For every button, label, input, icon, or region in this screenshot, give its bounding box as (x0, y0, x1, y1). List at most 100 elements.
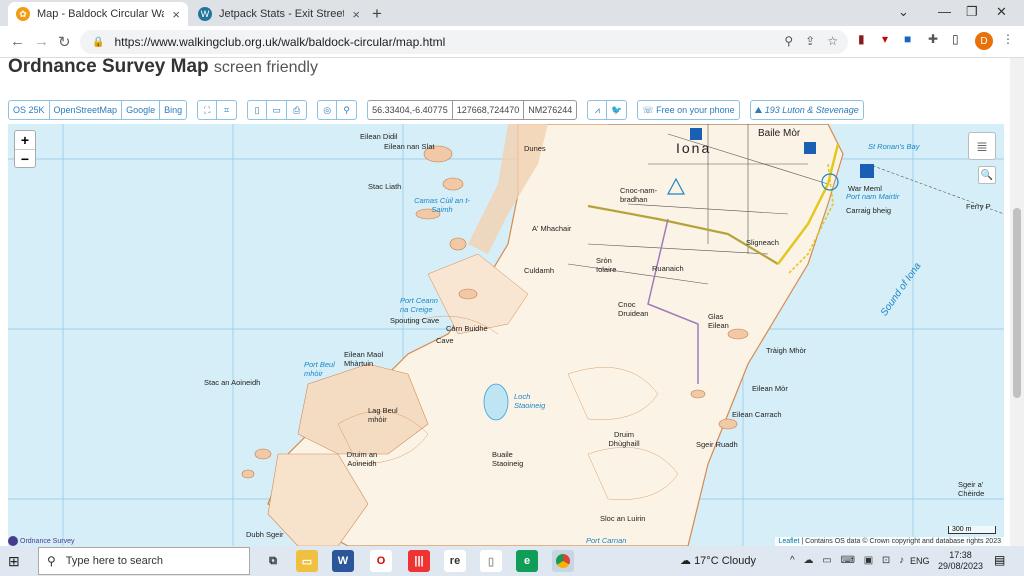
print-icon[interactable]: ⎙ (287, 100, 308, 120)
latlon-readout: 56.33404,-6.40775 (367, 100, 453, 120)
map-label-lag-beul: Lag Beul mhòir (368, 406, 398, 424)
map-label-sligneach: Sligneach (746, 238, 779, 247)
share-icon[interactable]: ⇪ (805, 34, 815, 48)
tab-jetpack-stats[interactable]: W Jetpack Stats - Exit Street View — × (190, 2, 368, 26)
location-group: ◎ ⚲ (317, 100, 358, 120)
page-subtitle: screen friendly (213, 59, 318, 76)
leaflet-link[interactable]: Leaflet (778, 538, 799, 545)
close-tab-icon[interactable]: × (352, 7, 360, 22)
extension-icon[interactable]: ▮ (858, 32, 865, 46)
pin-icon[interactable]: ⚲ (337, 100, 358, 120)
free-on-phone-button[interactable]: ☏ Free on your phone (637, 100, 740, 120)
menu-kebab-icon[interactable]: ⋮ (1002, 32, 1014, 46)
word-icon[interactable]: W (332, 550, 354, 572)
walkingclub-favicon-icon: ✿ (16, 7, 30, 21)
twitter-icon[interactable]: 🐦 (607, 100, 628, 120)
map-label-baile-mor: Baile Mòr (758, 128, 801, 139)
walk-link-button[interactable]: ⛰ 193 Luton & Stevenage (749, 100, 864, 120)
taskbar-search-box[interactable]: ⚲ Type here to search (38, 547, 250, 575)
zoom-control: + − (14, 130, 36, 168)
side-panel-icon[interactable]: ▯ (952, 32, 959, 46)
map-toolbar: OS 25K OpenStreetMap Google Bing ⛶ ⌗ ▯ ▭… (8, 100, 864, 120)
map-label-sron-iolaire: Sròn Iolaire (596, 256, 617, 274)
url-text[interactable]: https://www.walkingclub.org.uk/walk/bald… (114, 35, 445, 49)
landscape-icon[interactable]: ▭ (267, 100, 288, 120)
gridref-readout: NM276244 (524, 100, 578, 120)
restore-button[interactable]: ❐ (966, 4, 978, 20)
scrollbar-thumb[interactable] (1013, 208, 1021, 398)
map-label-stac-liath: Stac Liath (368, 182, 402, 191)
address-bar-row: ← → ↻ 🔒 https://www.walkingclub.org.uk/w… (0, 26, 1024, 58)
map-label-sgeir-ruadh: Sgeir Ruadh (696, 440, 738, 449)
attribution-text: | Contains OS data © Crown copyright and… (799, 538, 1001, 545)
tab-title: Map - Baldock Circular Walk - SW (37, 8, 165, 20)
map-label-port-beul: Port Beul mhòir (304, 360, 335, 378)
re-app-icon[interactable]: re (444, 550, 466, 572)
tab-map[interactable]: ✿ Map - Baldock Circular Walk - SW × (8, 2, 188, 26)
task-view-icon[interactable]: ⧉ (262, 550, 284, 572)
notifications-icon[interactable]: ▤ (994, 553, 1005, 567)
map-label-port-carnan: Port Carnan (586, 536, 627, 545)
layers-icon[interactable]: ≣ (968, 132, 996, 160)
os-logo-text: Ordnance Survey (20, 537, 75, 545)
zoom-in-button[interactable]: + (15, 131, 35, 149)
map-label-culdamh: Culdamh (524, 266, 555, 275)
openstreetmap-button[interactable]: OpenStreetMap (49, 100, 123, 120)
reload-button[interactable]: ↻ (58, 33, 71, 51)
map-label-sgeir-a-cheirde: Sgeir a' Chèirde (958, 480, 985, 498)
map-label-spouting-cave: Spouting Cave (390, 316, 440, 325)
terrain-icon[interactable]: ⩘ (587, 100, 608, 120)
app-icon[interactable]: ||| (408, 550, 430, 572)
system-tray-icons[interactable]: ^ ☁ ▭ ⌨ ▣ ⊡ ♪ (790, 555, 907, 566)
profile-avatar[interactable]: D (975, 32, 993, 50)
extension-icon[interactable]: ▾ (882, 32, 888, 46)
locate-icon[interactable]: ◎ (317, 100, 338, 120)
forward-button[interactable]: → (34, 33, 49, 50)
map-label-camas-cuil: Camas Cùil an t-Saimh (414, 196, 470, 214)
omnibox[interactable]: 🔒 https://www.walkingclub.org.uk/walk/ba… (80, 30, 848, 54)
map-label-cnoc-druidean: Cnoc Druidean (618, 300, 649, 318)
map-label-traigh-mhor: Tràigh Mhòr (766, 346, 807, 355)
extensions-puzzle-icon[interactable]: ✚ (928, 32, 938, 46)
file-explorer-icon[interactable]: ▭ (296, 550, 318, 572)
back-button[interactable]: ← (10, 33, 25, 50)
map-label-st-ronans-bay: St Ronan's Bay (868, 142, 920, 151)
map-label-a-mhachair: A' Mhachair (532, 224, 572, 233)
weather-widget[interactable]: ☁ 17°C Cloudy (680, 554, 756, 567)
opera-icon[interactable]: O (370, 550, 392, 572)
os25k-button[interactable]: OS 25K (8, 100, 50, 120)
map-search-icon[interactable]: 🔍 (978, 166, 996, 184)
edge-icon[interactable]: e (516, 550, 538, 572)
minimize-button[interactable]: — (938, 4, 951, 19)
new-tab-button[interactable]: + (372, 4, 382, 24)
share-group: ⩘ 🐦 (587, 100, 628, 120)
extension-icon[interactable]: ■ (904, 32, 911, 46)
os-map[interactable]: Iona Baile Mòr Sound of Iona Camas Cùil … (8, 124, 1004, 546)
tab-search-chevron-down-icon[interactable]: ⌄ (898, 4, 909, 20)
blank-doc-icon[interactable]: ▯ (480, 550, 502, 572)
bookmark-star-icon[interactable]: ☆ (827, 34, 838, 48)
weather-text: 17°C Cloudy (694, 555, 756, 567)
scale-bar: 300 m (948, 526, 996, 534)
clock-time: 17:38 (949, 550, 972, 560)
portrait-icon[interactable]: ▯ (247, 100, 268, 120)
exit-fullscreen-icon[interactable]: ⌗ (217, 100, 238, 120)
taskbar-search-placeholder: Type here to search (65, 555, 164, 567)
map-label-cnoc-nam-bradhan: Cnoc-nam-bradhan (620, 186, 658, 204)
close-window-button[interactable]: ✕ (996, 4, 1007, 20)
map-label-iona: Iona (676, 140, 712, 156)
language-indicator[interactable]: ENG (910, 556, 930, 566)
zoom-out-button[interactable]: − (15, 149, 35, 167)
clock[interactable]: 17:38 29/08/2023 (938, 550, 983, 572)
print-group: ▯ ▭ ⎙ (247, 100, 308, 120)
fullscreen-icon[interactable]: ⛶ (197, 100, 218, 120)
page-scrollbar[interactable] (1010, 58, 1024, 546)
google-button[interactable]: Google (122, 100, 161, 120)
windows-start-icon[interactable]: ⊞ (8, 553, 20, 570)
zoom-icon[interactable]: ⚲ (784, 34, 793, 48)
coordinates-group: 56.33404,-6.40775 127668,724470 NM276244 (367, 100, 578, 120)
close-tab-icon[interactable]: × (172, 7, 180, 22)
chrome-icon[interactable] (552, 550, 574, 572)
bing-button[interactable]: Bing (160, 100, 188, 120)
map-label-dubh-sgeir: Dubh Sgeir (246, 530, 284, 539)
